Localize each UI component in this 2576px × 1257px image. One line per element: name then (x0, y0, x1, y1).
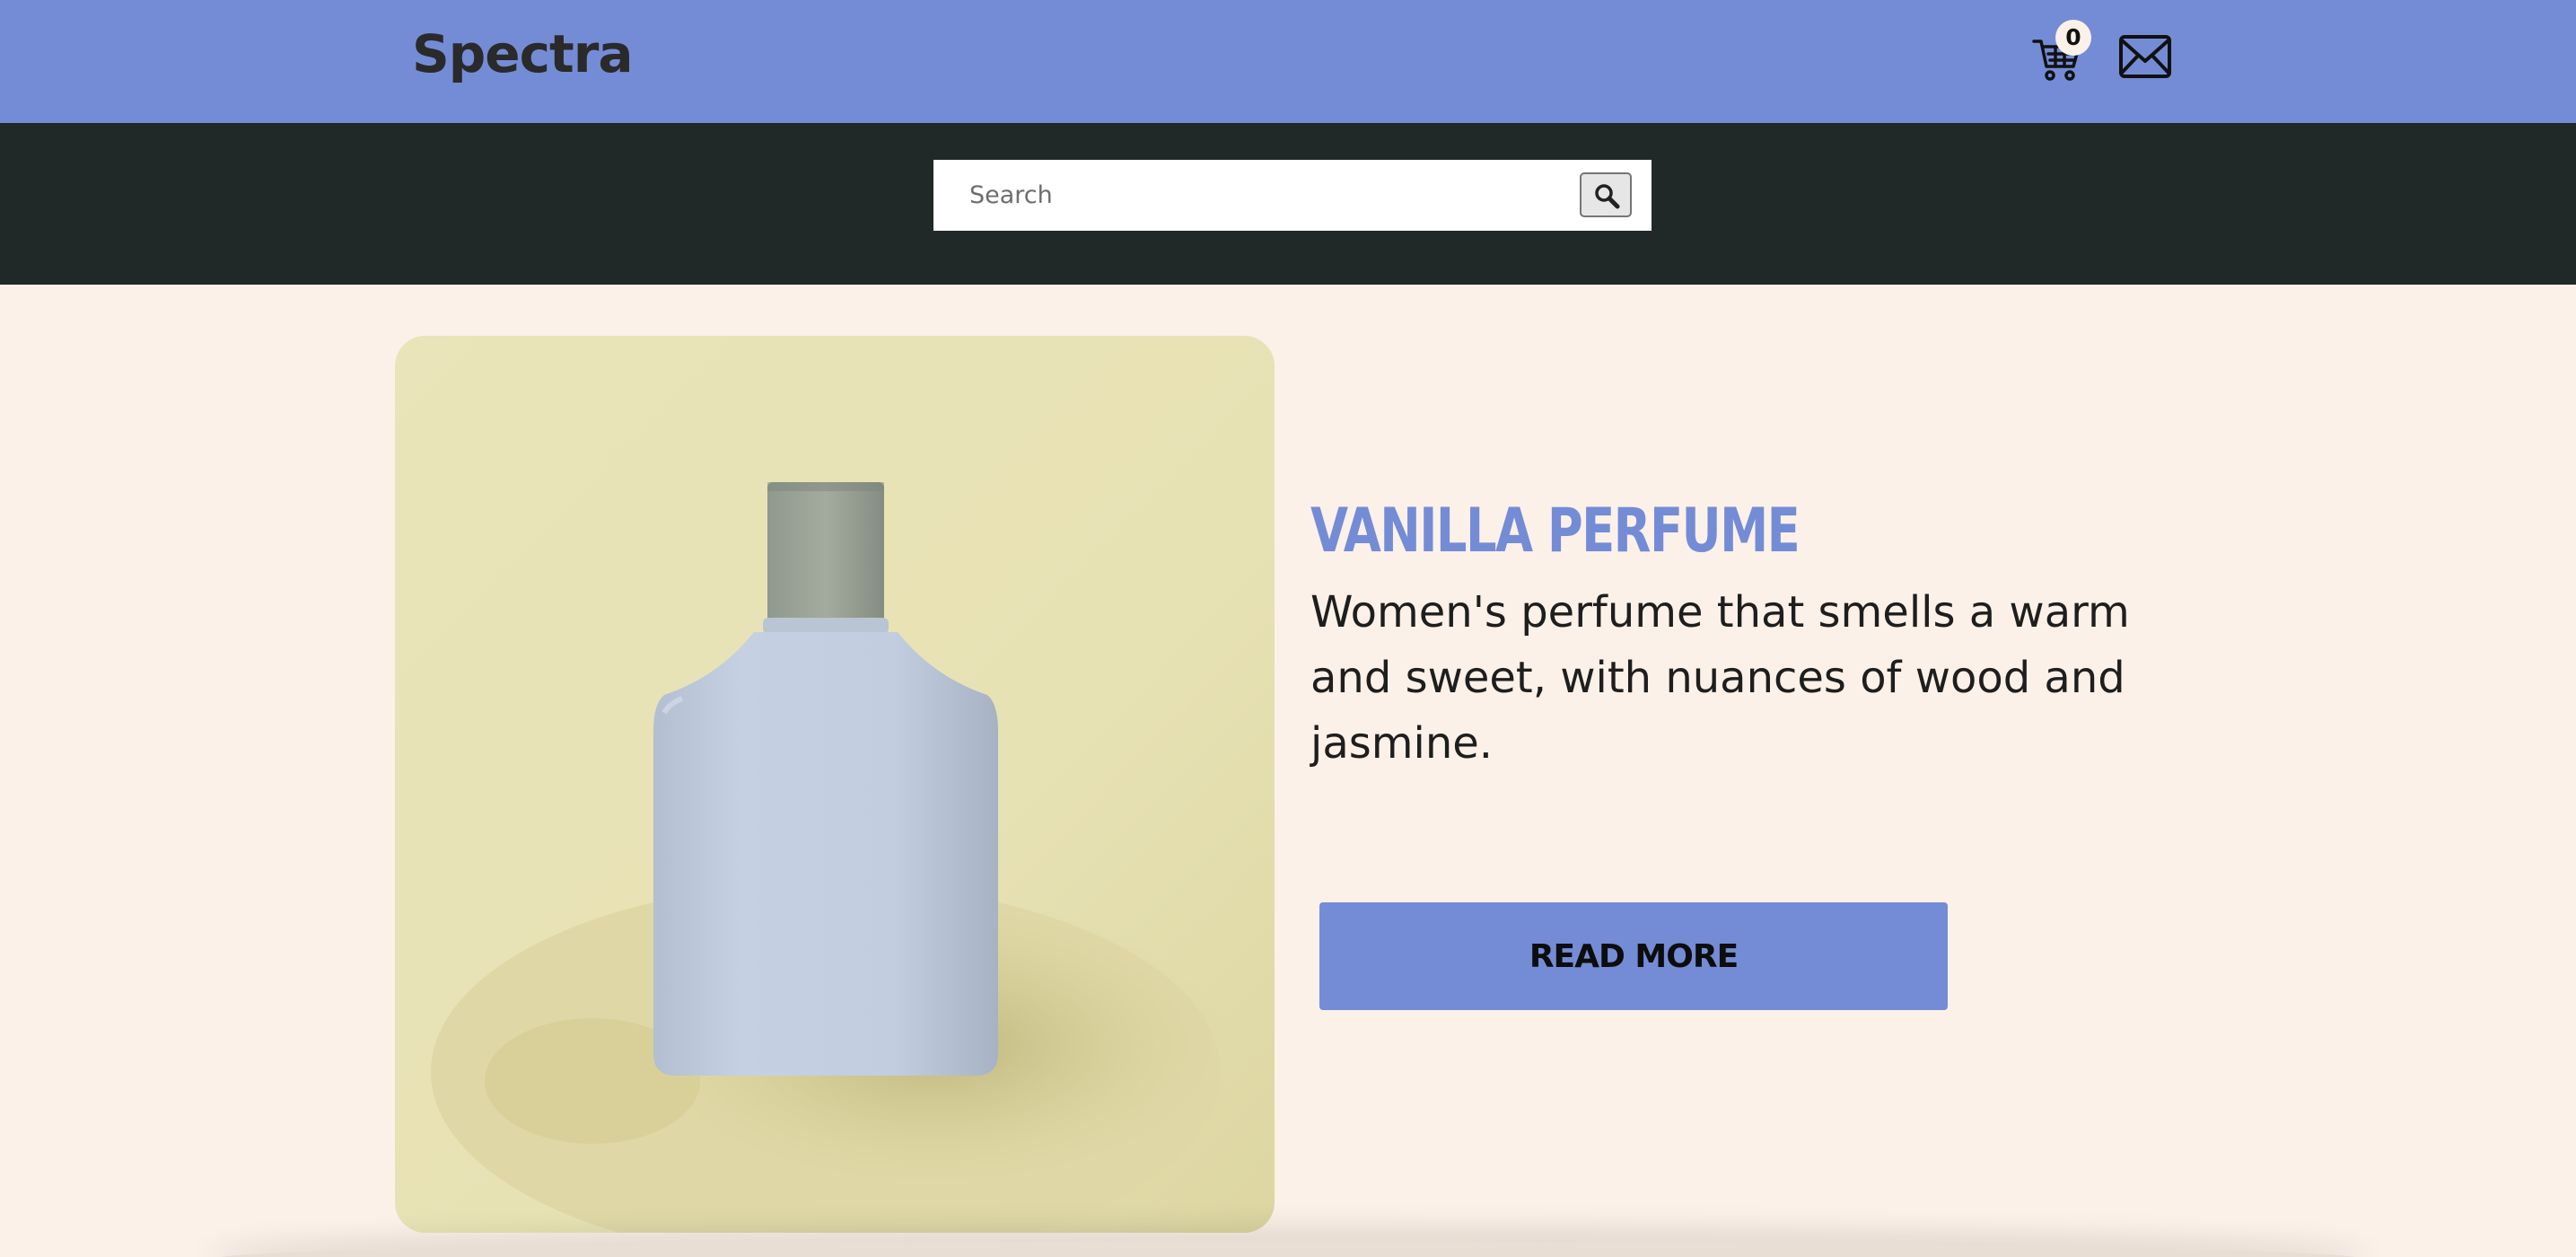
perfume-bottle-image (395, 336, 1275, 1233)
cart-count-badge: 0 (2055, 20, 2091, 56)
search-bar (0, 123, 2576, 285)
search-button[interactable] (1580, 172, 1632, 217)
next-section-edge (215, 1241, 2361, 1257)
product-image (395, 336, 1275, 1233)
read-more-button[interactable]: READ MORE (1319, 902, 1948, 1010)
product-description: Women's perfume that smells a warm and s… (1310, 587, 2130, 769)
mail-icon (2119, 35, 2171, 78)
product-title: VANILLA PERFUME (1310, 496, 1801, 567)
search-icon (1595, 184, 1620, 209)
top-navbar: Spectra 0 (0, 0, 2576, 123)
search-box (933, 160, 1652, 231)
search-input[interactable] (933, 160, 1580, 231)
brand-logo[interactable]: Spectra (412, 23, 633, 84)
mail-button[interactable] (2118, 32, 2172, 81)
